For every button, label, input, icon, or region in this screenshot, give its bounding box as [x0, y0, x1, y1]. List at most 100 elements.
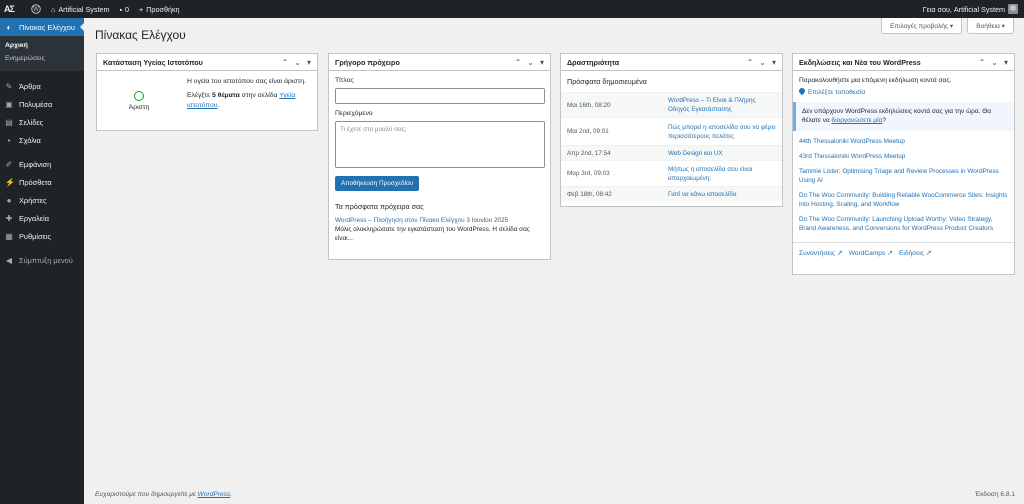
- toggle-icon[interactable]: ▾: [540, 58, 544, 67]
- post-link[interactable]: Γιατί να κάνω ιστοσελίδα: [668, 190, 776, 199]
- wordcamps-link[interactable]: WordCamps ↗: [849, 249, 893, 257]
- footer-thanks: Ευχαριστούμε που δημιουργείτε με WordPre…: [95, 491, 232, 498]
- post-link[interactable]: Πώς μπορεί η ιστοσελίδα σου να φέρει περ…: [668, 123, 776, 141]
- list-item: Μαι 16th, 08:20 WordPress – Τι Είναι & Π…: [561, 92, 782, 117]
- site-name-link[interactable]: ⌂ Artificial System: [46, 0, 114, 18]
- sidebar-item-pages[interactable]: ▤ Σελίδες: [0, 113, 84, 131]
- greeting: Γεια σου, Artificial System: [922, 4, 1005, 14]
- toggle-icon[interactable]: ▾: [307, 58, 311, 67]
- move-up-icon[interactable]: ⌃: [747, 58, 754, 67]
- help-button[interactable]: Βοήθεια ▾: [967, 18, 1014, 34]
- comments-link[interactable]: ▪ 0: [114, 0, 134, 18]
- post-link[interactable]: Web Design και UX: [668, 149, 776, 158]
- health-issues-count: 5 θέματα: [212, 92, 240, 99]
- plugin-icon: ⚡: [5, 177, 15, 187]
- location-label: Επιλέξτε τοποθεσία: [808, 88, 866, 96]
- select-location-link[interactable]: Επιλέξτε τοποθεσία: [793, 86, 1014, 102]
- widget-header: Κατάσταση Υγείας Ιστοτόπου ⌃ ⌄ ▾: [97, 54, 317, 71]
- account-menu[interactable]: Γεια σου, Artificial System: [918, 0, 1024, 18]
- toggle-icon[interactable]: ▾: [772, 58, 776, 67]
- submenu-home[interactable]: Αρχική: [0, 40, 84, 53]
- screen-meta-links: Επιλογές προβολής ▾ Βοήθεια ▾: [881, 18, 1014, 34]
- events-notice: Δεν υπάρχουν WordPress εκδηλώσεις κοντά …: [793, 102, 1014, 131]
- post-date: Μαι 16th, 08:20: [567, 101, 611, 109]
- move-up-icon[interactable]: ⌃: [515, 58, 522, 67]
- wordcamps-label: WordCamps: [848, 250, 886, 257]
- collapse-menu-button[interactable]: ◀ Σύμπτυξη μενού: [0, 251, 84, 269]
- post-date: Μαρ 3rd, 09:03: [567, 170, 610, 177]
- news-link[interactable]: Do The Woo Community: Launching Upload W…: [793, 213, 1014, 237]
- new-content-link[interactable]: + Προσθήκη: [134, 0, 185, 18]
- site-logo[interactable]: ΑΣ: [0, 0, 26, 18]
- organize-event-link[interactable]: διοργανώσετε μία: [832, 117, 883, 124]
- sidebar-item-media[interactable]: ▣ Πολυμέσα: [0, 95, 84, 113]
- widget-title: Δραστηριότητα: [567, 57, 620, 67]
- sidebar-item-appearance[interactable]: ✐ Εμφάνιση: [0, 155, 84, 173]
- health-status: Άριστη: [128, 104, 150, 111]
- svg-text:W: W: [33, 6, 40, 13]
- move-down-icon[interactable]: ⌄: [759, 58, 766, 67]
- activity-list: Μαι 16th, 08:20 WordPress – Τι Είναι & Π…: [561, 92, 782, 201]
- widget-controls: ⌃ ⌄ ▾: [979, 58, 1008, 67]
- news-footer-link[interactable]: Ειδήσεις ↗: [899, 249, 932, 257]
- sidebar-item-plugins[interactable]: ⚡ Πρόσθετα: [0, 173, 84, 191]
- move-down-icon[interactable]: ⌄: [991, 58, 998, 67]
- move-up-icon[interactable]: ⌃: [282, 58, 289, 67]
- post-link[interactable]: WordPress – Τι Είναι & Πλήρης Οδηγός Εγκ…: [668, 96, 776, 114]
- page-title: Πίνακας Ελέγχου: [95, 28, 186, 42]
- health-issues: Ελέγξτε 5 θέματα στην σελίδα Υγεία ιστοτ…: [187, 91, 311, 111]
- admin-sidebar: ◐ Πίνακας Ελέγχου Αρχική Ενημερώσεις ✎ Ά…: [0, 18, 84, 504]
- post-link[interactable]: Μήπως η ιστοσελίδα σου είναι απαρχαιωμέν…: [668, 165, 776, 183]
- widget-header: Εκδηλώσεις και Νέα του WordPress ⌃ ⌄ ▾: [793, 54, 1014, 71]
- dashboard-icon: ◐: [6, 22, 12, 32]
- wordpress-logo-icon[interactable]: W: [26, 0, 46, 18]
- draft-content-textarea[interactable]: Τι έχετε στο μυαλό σας;: [335, 121, 545, 168]
- screen-options-button[interactable]: Επιλογές προβολής ▾: [881, 18, 963, 34]
- list-item: Μαι 2nd, 09:01 Πώς μπορεί η ιστοσελίδα σ…: [561, 117, 782, 145]
- dashboard-submenu: Αρχική Ενημερώσεις: [0, 36, 84, 71]
- draft-item: WordPress – Πλοήγηση στον Πίνακα Ελέγχου…: [335, 216, 544, 225]
- sidebar-item-dashboard[interactable]: ◐ Πίνακας Ελέγχου: [0, 18, 84, 36]
- settings-icon: ▦: [5, 231, 13, 241]
- news-link[interactable]: 43rd Thessaloniki WordPress Meetup: [793, 150, 1014, 165]
- draft-title-input[interactable]: [335, 88, 545, 104]
- submenu-updates[interactable]: Ενημερώσεις: [0, 53, 84, 66]
- notice-text: Δεν υπάρχουν WordPress εκδηλώσεις κοντά …: [802, 108, 992, 124]
- health-body: Άριστη Η υγεία του ιστοτόπου σας είναι ά…: [97, 71, 317, 115]
- health-issues-end: .: [217, 102, 220, 109]
- sidebar-item-comments[interactable]: ▪ Σχόλια: [0, 131, 84, 149]
- news-link[interactable]: Do The Woo Community: Building Reliable …: [793, 189, 1014, 213]
- wordpress-link[interactable]: WordPress: [198, 491, 231, 498]
- save-draft-button[interactable]: Αποθήκευση Προσχεδίου: [335, 176, 420, 191]
- widget-title: Γρήγορο πρόχειρο: [335, 57, 400, 67]
- toggle-icon[interactable]: ▾: [1004, 58, 1008, 67]
- move-up-icon[interactable]: ⌃: [979, 58, 986, 67]
- draft-link[interactable]: WordPress – Πλοήγηση στον Πίνακα Ελέγχου: [335, 217, 465, 224]
- widget-controls: ⌃ ⌄ ▾: [282, 58, 311, 67]
- meetups-label: Συναντήσεις: [799, 250, 836, 257]
- events-footer: Συναντήσεις ↗ WordCamps ↗ Ειδήσεις ↗: [793, 242, 1014, 263]
- events-intro: Παρακολουθήστε μια επόμενη εκδήλωση κοντ…: [799, 77, 952, 84]
- move-down-icon[interactable]: ⌄: [527, 58, 534, 67]
- comments-count: 0: [125, 4, 130, 14]
- site-health-widget: Κατάσταση Υγείας Ιστοτόπου ⌃ ⌄ ▾ Άριστη …: [96, 53, 318, 131]
- move-down-icon[interactable]: ⌄: [294, 58, 301, 67]
- users-icon: ●: [6, 195, 12, 205]
- meetups-link[interactable]: Συναντήσεις ↗: [799, 249, 843, 257]
- collapse-label: Σύμπτυξη μενού: [19, 255, 73, 265]
- title-label: Τίτλος: [335, 77, 354, 84]
- sidebar-item-tools[interactable]: ✚ Εργαλεία: [0, 209, 84, 227]
- recent-drafts-heading: Τα πρόσφατα πρόχειρα σας: [335, 202, 424, 211]
- footer-thanks-end: .: [230, 491, 233, 498]
- sidebar-item-label: Χρήστες: [19, 195, 47, 205]
- sidebar-item-label: Πολυμέσα: [19, 99, 53, 109]
- news-link[interactable]: Tammie Lister: Optimising Triage and Rev…: [793, 165, 1014, 189]
- admin-bar: ΑΣ W ⌂ Artificial System ▪ 0 + Προσθήκη …: [0, 0, 1024, 18]
- list-item: Μαρ 3rd, 09:03 Μήπως η ιστοσελίδα σου εί…: [561, 160, 782, 186]
- home-icon: ⌂: [51, 4, 56, 14]
- post-date: Μαι 2nd, 09:01: [567, 128, 609, 135]
- sidebar-item-users[interactable]: ● Χρήστες: [0, 191, 84, 209]
- sidebar-item-posts[interactable]: ✎ Άρθρα: [0, 77, 84, 95]
- news-link[interactable]: 44th Thessaloniki WordPress Meetup: [793, 135, 1014, 150]
- sidebar-item-settings[interactable]: ▦ Ρυθμίσεις: [0, 227, 84, 245]
